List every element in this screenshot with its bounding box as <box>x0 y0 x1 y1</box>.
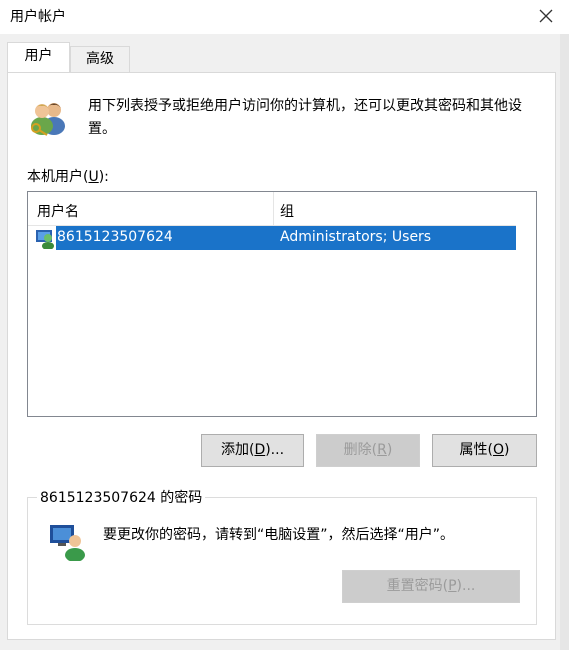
user-icon <box>36 230 54 249</box>
properties-button[interactable]: 属性(O) <box>432 434 537 467</box>
remove-button[interactable]: 删除(R) <box>316 434 420 467</box>
users-list[interactable]: 用户名 组 8615123507624 Administrators; User… <box>27 191 537 417</box>
tab-panel-users: 用下列表授予或拒绝用户访问你的计算机，还可以更改其密码和其他设置。 本机用户(U… <box>7 72 556 640</box>
tab-users[interactable]: 用户 <box>7 42 70 72</box>
user-computer-icon <box>50 525 85 561</box>
column-username[interactable]: 用户名 <box>37 201 79 221</box>
users-keys-icon <box>31 103 65 136</box>
password-groupbox <box>27 497 537 625</box>
tab-advanced[interactable]: 高级 <box>70 46 130 72</box>
close-icon <box>539 9 553 23</box>
column-divider[interactable] <box>273 192 274 225</box>
background-window-edge <box>560 34 569 650</box>
password-hint-text: 要更改你的密码，请转到“电脑设置”，然后选择“用户”。 <box>103 527 455 543</box>
intro-text: 用下列表授予或拒绝用户访问你的计算机，还可以更改其密码和其他设置。 <box>88 98 522 137</box>
user-accounts-dialog: 用户帐户 用户 高级 用下列表授予或拒绝用户访问你的计算机，还可以更改其密码和其… <box>0 0 569 650</box>
add-button[interactable]: 添加(D)... <box>201 434 304 467</box>
cell-username: 8615123507624 <box>57 229 173 245</box>
password-group-title: 8615123507624 的密码 <box>37 487 206 507</box>
title-bar[interactable]: 用户帐户 <box>0 0 569 34</box>
local-users-label: 本机用户(U): <box>27 169 109 185</box>
list-header: 用户名 组 <box>28 192 516 226</box>
column-group[interactable]: 组 <box>280 201 294 221</box>
reset-password-button[interactable]: 重置密码(P)... <box>342 570 520 603</box>
cell-groups: Administrators; Users <box>280 229 432 245</box>
window-title: 用户帐户 <box>10 9 66 25</box>
table-row[interactable]: 8615123507624 Administrators; Users <box>28 226 516 250</box>
close-button[interactable] <box>523 0 569 32</box>
